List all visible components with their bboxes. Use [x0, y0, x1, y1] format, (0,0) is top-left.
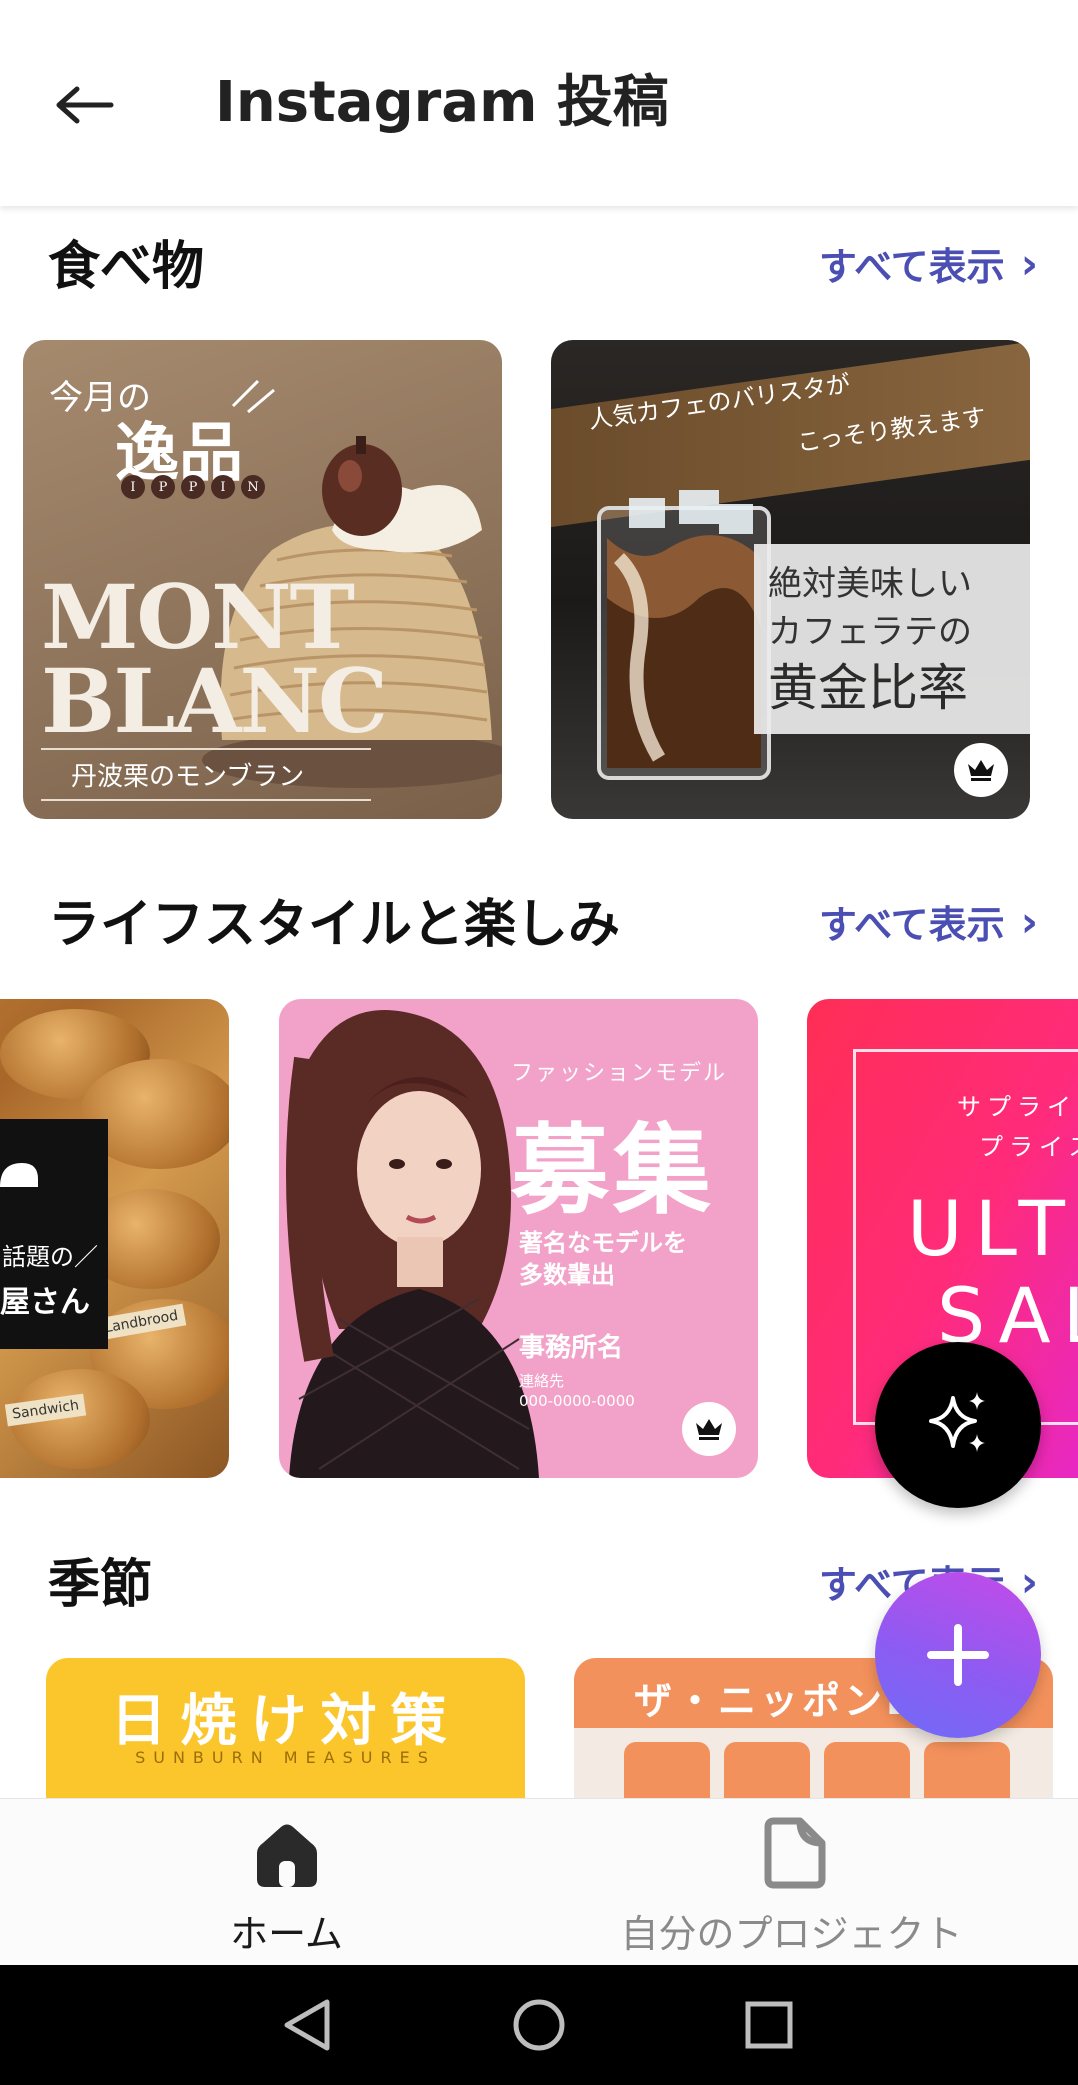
page-title: Instagram 投稿: [215, 70, 669, 135]
romaji-letter: I: [121, 475, 145, 499]
motif-tile: [824, 1742, 910, 1798]
chevron-right-icon: ›: [1020, 897, 1038, 946]
see-all-lifestyle-link[interactable]: すべて表示 ›: [819, 894, 1038, 949]
nav-item-home[interactable]: ホーム: [17, 1799, 556, 1966]
card-textbox: 絶対美味しい カフェラテの 黄金比率: [754, 544, 1030, 734]
textbox-line-2: カフェラテの: [768, 612, 972, 652]
recents-square-icon: [745, 2001, 793, 2049]
contact-label: 連絡先: [519, 1372, 565, 1390]
card-office-name: 事務所名: [519, 1333, 624, 1363]
crown-icon: [968, 760, 994, 781]
sparkles-icon: [929, 1392, 985, 1452]
card-text-line-1: サプライ: [957, 1093, 1077, 1121]
card-text-jp: 日焼け対策: [110, 1689, 461, 1754]
back-triangle-icon: [284, 1999, 330, 2051]
card-text-line-2: プライス: [979, 1133, 1078, 1161]
premium-badge: [682, 1402, 736, 1456]
textbox-line-3: 黄金比率: [768, 659, 968, 717]
description-line-1: 著名なモデルを: [519, 1229, 687, 1257]
textbox-line-1: 絶対美味しい: [768, 564, 972, 604]
nav-item-my-projects[interactable]: 自分のプロジェクト: [522, 1799, 1061, 1966]
chevron-right-icon: ›: [1020, 1557, 1038, 1606]
text-block: 話題の／ 屋さん: [0, 1119, 108, 1349]
motif-tile: [624, 1742, 710, 1798]
description-line-2: 多数輩出: [519, 1261, 615, 1289]
crown-icon: [696, 1419, 722, 1440]
app-bar: Instagram 投稿: [0, 0, 1078, 206]
card-kicker: ファッションモデル: [511, 1061, 728, 1086]
template-card-cafe-latte[interactable]: 人気カフェのバリスタが こっそり教えます 絶対美味しい カフェラテの 黄金比率: [551, 340, 1030, 819]
card-description: 著名なモデルを 多数輩出: [519, 1227, 687, 1291]
premium-badge: [954, 743, 1008, 797]
see-all-food-link[interactable]: すべて表示 ›: [819, 236, 1038, 291]
bottom-navigation: ホーム 自分のプロジェクト: [0, 1798, 1078, 1966]
see-all-label: すべて表示: [818, 903, 1005, 947]
arrow-left-icon: [56, 86, 114, 124]
nav-label-my-projects: 自分のプロジェクト: [620, 1912, 963, 1956]
bread-icon: [0, 1163, 38, 1187]
card-subtitle: 丹波栗のモンブラン: [41, 748, 371, 801]
create-new-button[interactable]: [875, 1572, 1041, 1738]
see-all-label: すべて表示: [818, 245, 1005, 289]
system-recents-button[interactable]: [739, 1995, 799, 2055]
magic-generate-button[interactable]: [875, 1342, 1041, 1508]
home-icon: [256, 1824, 317, 1887]
template-card-fashion-model[interactable]: ファッションモデル 募集 著名なモデルを 多数輩出 事務所名 連絡先 000-0…: [279, 999, 758, 1478]
section-title-lifestyle: ライフスタイルと楽しみ: [48, 895, 621, 955]
document-icon: [764, 1817, 825, 1889]
card-title: ザ・ニッポンB: [634, 1679, 919, 1723]
card-text-mont-blanc: MONT BLANC: [41, 565, 388, 753]
card-text-blanc: BLANC: [41, 649, 388, 753]
section-title-food: 食べ物: [48, 237, 205, 297]
back-button[interactable]: [40, 60, 130, 150]
template-card-mont-blanc[interactable]: 今月の 逸品 I P P I N MONT BLANC 丹波栗のモンブラン: [23, 340, 502, 819]
card-contact: 連絡先 000-0000-0000: [519, 1371, 635, 1411]
template-card-sunburn[interactable]: 日焼け対策 SUNBURN MEASURES: [46, 1658, 525, 1798]
ippin-romaji: I P P I N: [121, 475, 265, 499]
plus-icon: [927, 1624, 989, 1686]
template-card-bakery[interactable]: Landbrood Sandwich 話題の／ 屋さん: [0, 999, 229, 1478]
motif-tile: [724, 1742, 810, 1798]
model-portrait-illustration: [286, 1010, 539, 1478]
section-title-season: 季節: [48, 1555, 153, 1615]
motif-tile: [924, 1742, 1010, 1798]
home-circle-icon: [513, 1999, 565, 2051]
system-home-button[interactable]: [509, 1995, 569, 2055]
nav-label-home: ホーム: [230, 1912, 343, 1956]
romaji-letter: I: [211, 475, 235, 499]
card-headline: 募集: [511, 1114, 716, 1228]
system-navigation-bar: [0, 1965, 1078, 2085]
content-scroll[interactable]: 食べ物 すべて表示 › 今月の 逸品 I P P I N MONT BLANC …: [0, 206, 1078, 1798]
card-text-ult: ULT: [907, 1184, 1077, 1273]
card-text-mont: MONT: [41, 565, 355, 669]
romaji-letter: P: [151, 475, 175, 499]
text-block-line-2: 屋さん: [0, 1285, 90, 1320]
contact-number: 000-0000-0000: [519, 1392, 635, 1410]
romaji-letter: N: [241, 475, 265, 499]
card-text-en: SUNBURN MEASURES: [135, 1748, 436, 1767]
chevron-right-icon: ›: [1020, 239, 1038, 288]
system-back-button[interactable]: [277, 1995, 337, 2055]
romaji-letter: P: [181, 475, 205, 499]
text-block-line-1: 話題の／: [2, 1243, 98, 1271]
